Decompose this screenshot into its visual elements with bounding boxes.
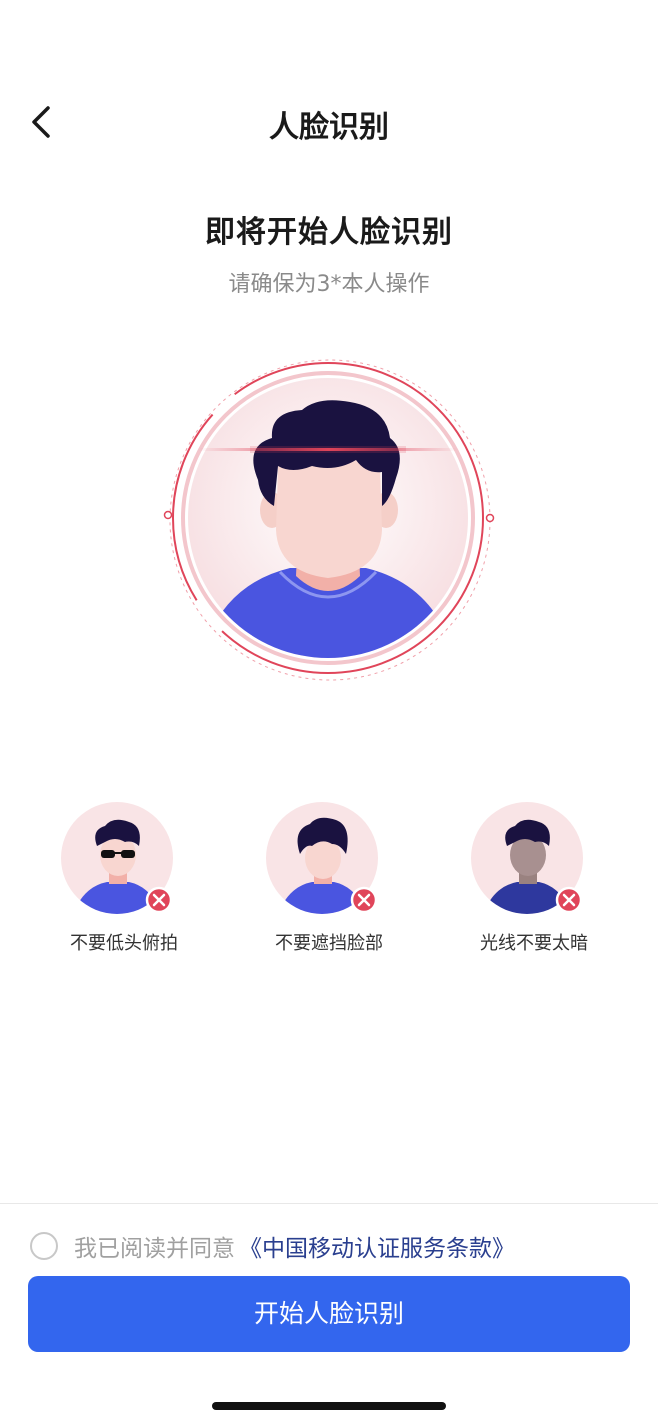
- start-face-recognition-button[interactable]: 开始人脸识别: [28, 1276, 630, 1352]
- nav-bar: 人脸识别: [0, 80, 658, 164]
- error-x-icon: [555, 886, 583, 914]
- page-title: 人脸识别: [269, 110, 389, 145]
- tip-label: 不要低头俯拍: [70, 933, 178, 954]
- home-indicator[interactable]: [212, 1402, 446, 1410]
- divider: [0, 1203, 658, 1204]
- terms-link[interactable]: 《中国移动认证服务条款》: [239, 1229, 515, 1263]
- intro-title: 即将开始人脸识别: [205, 215, 453, 250]
- agreement-text: 我已阅读并同意: [74, 1236, 235, 1262]
- agreement-checkbox[interactable]: [30, 1232, 58, 1260]
- tip-item-no-cover: 不要遮挡脸部: [239, 800, 419, 955]
- tip-label: 光线不要太暗: [480, 933, 588, 954]
- error-x-icon: [350, 886, 378, 914]
- tip-item-no-low-angle: 不要低头俯拍: [34, 800, 214, 955]
- face-scan-illustration: [160, 350, 500, 685]
- avatar-sunglasses-icon: [61, 802, 173, 914]
- tip-label: 不要遮挡脸部: [275, 933, 383, 954]
- agreement-row[interactable]: 我已阅读并同意 《中国移动认证服务条款》: [30, 1228, 515, 1264]
- tips-row: 不要低头俯拍 不要遮挡脸部 光线不要太暗: [0, 800, 658, 970]
- intro-subtitle: 请确保为3*本人操作: [228, 272, 430, 297]
- avatar-dark-lighting-icon: [471, 802, 583, 914]
- avatar-covered-face-icon: [266, 802, 378, 914]
- tip-item-not-too-dark: 光线不要太暗: [444, 800, 624, 955]
- error-x-icon: [145, 886, 173, 914]
